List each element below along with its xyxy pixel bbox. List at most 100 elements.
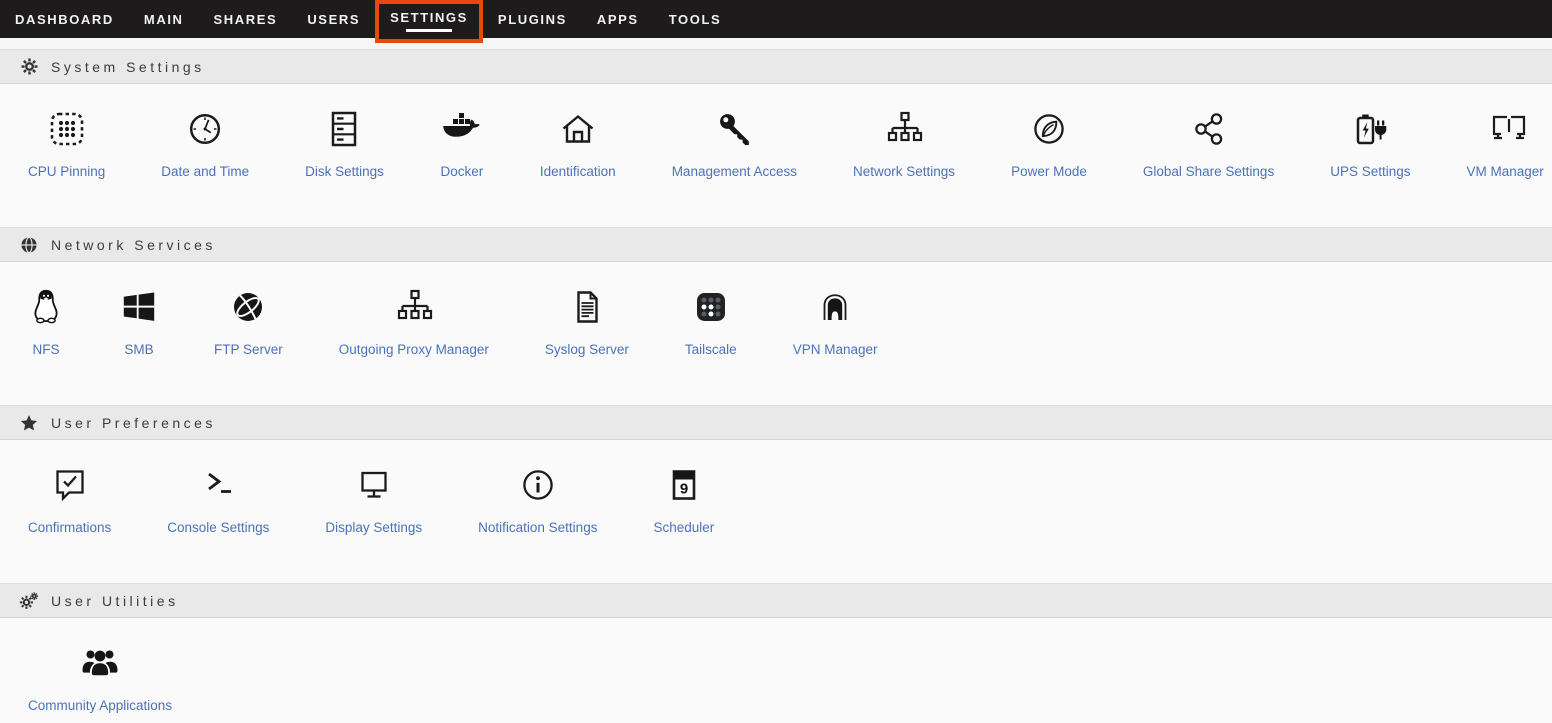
settings-item-console-settings[interactable]: Console Settings [139, 461, 297, 535]
settings-item-label: NFS [33, 342, 60, 357]
nav-tab-label: SETTINGS [390, 10, 468, 25]
settings-item-identification[interactable]: Identification [512, 105, 644, 179]
tailscale-icon [691, 283, 731, 331]
docker-whale-icon [440, 105, 484, 153]
settings-item-docker[interactable]: Docker [412, 105, 512, 179]
settings-item-date-and-time[interactable]: Date and Time [133, 105, 277, 179]
settings-item-community-applications[interactable]: Community Applications [0, 639, 200, 713]
nav-tab-label: TOOLS [669, 12, 722, 27]
settings-item-label: Scheduler [653, 520, 714, 535]
share-nodes-icon [1189, 105, 1229, 153]
settings-item-label: VM Manager [1467, 164, 1544, 179]
settings-item-label: Community Applications [28, 698, 172, 713]
section-body-system-settings: CPU Pinning Date and Time Disk Settings [0, 84, 1552, 227]
nav-tab-plugins[interactable]: PLUGINS [483, 0, 582, 38]
vm-windows-icon [1484, 105, 1526, 153]
leaf-circle-icon [1029, 105, 1069, 153]
comment-check-icon [50, 461, 90, 509]
nav-tab-shares[interactable]: SHARES [199, 0, 293, 38]
settings-item-management-access[interactable]: Management Access [644, 105, 825, 179]
sitemap-icon [884, 105, 924, 153]
section-header-network-services: Network Services [0, 227, 1552, 262]
settings-item-smb[interactable]: SMB [92, 283, 186, 357]
gears-icon [18, 591, 40, 610]
settings-item-scheduler[interactable]: 9 Scheduler [625, 461, 742, 535]
settings-item-cpu-pinning[interactable]: CPU Pinning [0, 105, 133, 179]
section-header-system-settings: System Settings [0, 49, 1552, 84]
vpn-arch-icon [815, 283, 855, 331]
scheduler-date: 9 [680, 481, 688, 498]
settings-item-notification-settings[interactable]: Notification Settings [450, 461, 625, 535]
cpu-pinning-icon [47, 105, 87, 153]
nav-tab-tools[interactable]: TOOLS [654, 0, 737, 38]
settings-item-label: Tailscale [685, 342, 737, 357]
nav-tab-users[interactable]: USERS [292, 0, 375, 38]
battery-plug-icon [1350, 105, 1390, 153]
section-body-network-services: NFS SMB FTP Server [0, 262, 1552, 405]
settings-item-label: Disk Settings [305, 164, 384, 179]
settings-item-label: Global Share Settings [1143, 164, 1274, 179]
section-title: User Preferences [51, 415, 216, 431]
nav-tab-label: PLUGINS [498, 12, 567, 27]
top-nav: DASHBOARD MAIN SHARES USERS SETTINGS PLU… [0, 0, 1552, 38]
settings-item-label: Network Settings [853, 164, 955, 179]
linux-tux-icon [28, 283, 64, 331]
settings-item-label: Display Settings [325, 520, 422, 535]
section-title: Network Services [51, 237, 216, 253]
settings-item-nfs[interactable]: NFS [0, 283, 92, 357]
nav-tab-label: DASHBOARD [15, 12, 114, 27]
settings-item-label: Confirmations [28, 520, 111, 535]
nav-tab-label: SHARES [214, 12, 278, 27]
windows-logo-icon [120, 283, 158, 331]
key-icon [714, 105, 754, 153]
settings-item-label: Docker [440, 164, 483, 179]
log-file-icon [567, 283, 607, 331]
settings-item-label: VPN Manager [793, 342, 878, 357]
nav-tab-settings[interactable]: SETTINGS [375, 0, 483, 43]
nav-tab-label: APPS [597, 12, 639, 27]
settings-item-outgoing-proxy-manager[interactable]: Outgoing Proxy Manager [311, 283, 517, 357]
nav-tab-dashboard[interactable]: DASHBOARD [0, 0, 129, 38]
settings-item-label: Syslog Server [545, 342, 629, 357]
section-title: User Utilities [51, 593, 179, 609]
globe-sphere-icon [228, 283, 268, 331]
settings-item-label: Notification Settings [478, 520, 597, 535]
sitemap-icon [394, 283, 434, 331]
settings-item-network-settings[interactable]: Network Settings [825, 105, 983, 179]
info-circle-icon [518, 461, 558, 509]
settings-item-display-settings[interactable]: Display Settings [297, 461, 450, 535]
terminal-icon [198, 461, 238, 509]
settings-item-tailscale[interactable]: Tailscale [657, 283, 765, 357]
settings-item-label: FTP Server [214, 342, 283, 357]
section-header-user-utilities: User Utilities [0, 583, 1552, 618]
section-header-user-preferences: User Preferences [0, 405, 1552, 440]
nav-tab-label: MAIN [144, 12, 184, 27]
section-body-user-preferences: Confirmations Console Settings Display S… [0, 440, 1552, 583]
star-icon [18, 414, 40, 432]
settings-item-global-share-settings[interactable]: Global Share Settings [1115, 105, 1302, 179]
nav-tab-apps[interactable]: APPS [582, 0, 654, 38]
section-title: System Settings [51, 59, 205, 75]
settings-item-syslog-server[interactable]: Syslog Server [517, 283, 657, 357]
settings-item-power-mode[interactable]: Power Mode [983, 105, 1115, 179]
settings-item-label: UPS Settings [1330, 164, 1410, 179]
nav-tab-main[interactable]: MAIN [129, 0, 199, 38]
settings-item-confirmations[interactable]: Confirmations [0, 461, 139, 535]
settings-item-vpn-manager[interactable]: VPN Manager [765, 283, 906, 357]
settings-item-vm-manager[interactable]: VM Manager [1439, 105, 1552, 179]
gear-icon [18, 57, 40, 76]
globe-icon [18, 236, 40, 254]
settings-item-label: Management Access [672, 164, 797, 179]
nav-tab-label: USERS [307, 12, 360, 27]
settings-item-label: SMB [124, 342, 153, 357]
calendar-icon: 9 [664, 461, 704, 509]
settings-item-ftp-server[interactable]: FTP Server [186, 283, 311, 357]
settings-item-label: CPU Pinning [28, 164, 105, 179]
settings-item-label: Power Mode [1011, 164, 1087, 179]
settings-item-disk-settings[interactable]: Disk Settings [277, 105, 412, 179]
server-icon [324, 105, 364, 153]
home-icon [558, 105, 598, 153]
section-body-user-utilities: Community Applications [0, 618, 1552, 723]
settings-item-ups-settings[interactable]: UPS Settings [1302, 105, 1438, 179]
active-tab-underline [406, 29, 452, 32]
